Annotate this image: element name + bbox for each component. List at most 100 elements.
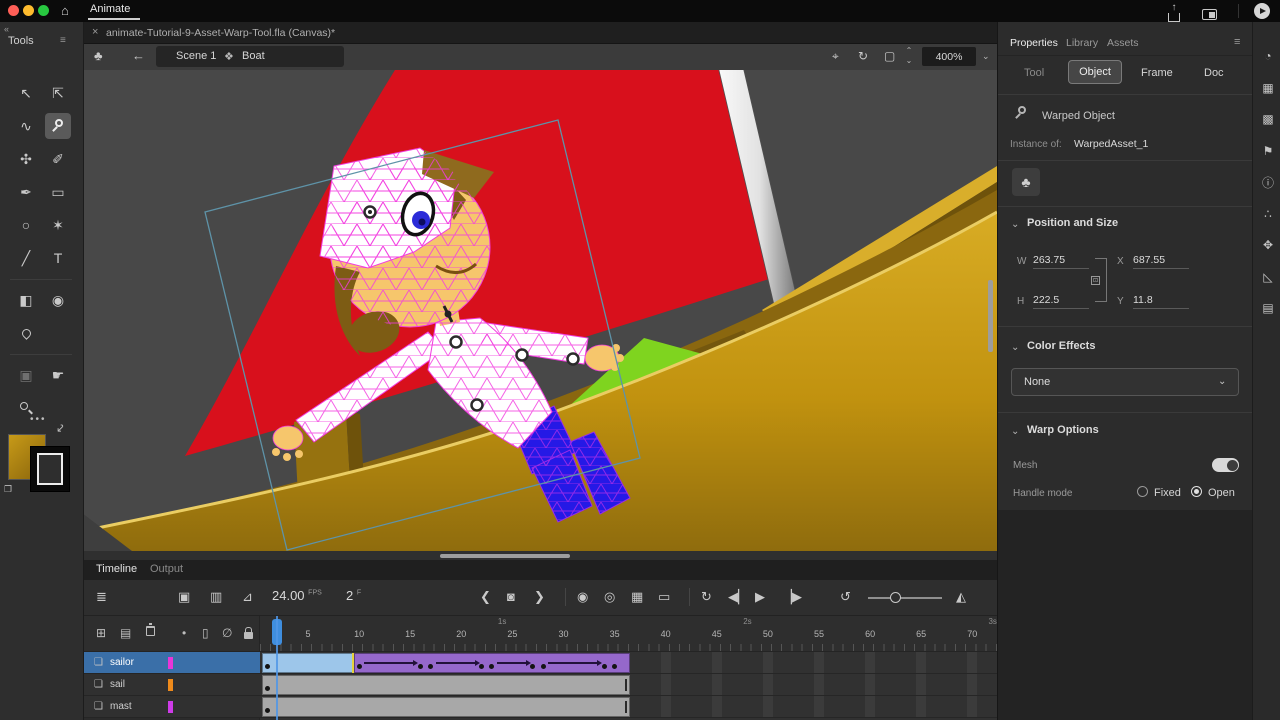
share-icon[interactable] [1168, 4, 1180, 22]
fluid-brush-tool[interactable]: ✣ [13, 146, 39, 172]
selection-tool[interactable]: ↖ [13, 80, 39, 106]
section-warp-options[interactable]: Warp Options [1027, 424, 1099, 436]
seg-tool[interactable]: Tool [1024, 67, 1044, 79]
stroke-color-swatch[interactable] [30, 446, 70, 492]
center-stage-icon[interactable]: ⌖ [832, 49, 839, 64]
highlight-layer-icon[interactable]: • [182, 626, 186, 640]
subselection-tool[interactable]: ⇱ [45, 80, 71, 106]
h-field[interactable]: 222.5 [1033, 294, 1089, 309]
layer-outline-swatch[interactable] [168, 701, 173, 713]
radio-open-label[interactable]: Open [1208, 487, 1235, 499]
panel-grid-icon[interactable]: ▩ [1260, 111, 1276, 127]
warp-asset-button[interactable]: ♣ [1012, 168, 1040, 196]
layer-outline-swatch[interactable] [168, 657, 173, 669]
frame-span[interactable] [262, 675, 630, 695]
seg-frame[interactable]: Frame [1141, 67, 1173, 79]
seg-object[interactable]: Object [1068, 60, 1122, 84]
panel-info-icon[interactable]: ⓘ [1260, 174, 1276, 190]
lasso-tool[interactable]: ∿ [13, 113, 39, 139]
oval-tool[interactable]: ○ [13, 212, 39, 238]
breadcrumb-symbol[interactable]: Boat [242, 50, 265, 62]
mesh-toggle[interactable] [1212, 458, 1239, 472]
more-tools-icon[interactable]: ••• [30, 414, 47, 425]
step-back-icon[interactable]: ◀▏ [728, 589, 748, 605]
close-document-icon[interactable]: × [92, 26, 98, 38]
panel-graph-icon[interactable]: ◺ [1260, 269, 1276, 285]
loop-icon[interactable]: ↻ [701, 589, 712, 605]
pen-tool[interactable]: ✒ [13, 179, 39, 205]
window-minimize-button[interactable] [23, 5, 34, 16]
tab-timeline[interactable]: Timeline [96, 563, 137, 575]
layer-row-sailor[interactable]: ❏sailor [84, 652, 260, 674]
stage-canvas[interactable] [84, 70, 997, 551]
frame-span[interactable] [262, 697, 630, 717]
section-color-effects[interactable]: Color Effects [1027, 340, 1095, 352]
timeline-zoom-slider-knob[interactable] [890, 592, 901, 603]
eyedropper-tool[interactable] [13, 320, 39, 346]
y-field[interactable]: 11.8 [1133, 294, 1189, 309]
frame-grid[interactable] [260, 652, 997, 720]
zoom-level-field[interactable]: 400% [922, 47, 976, 66]
chevron-down-icon[interactable]: ⌄ [982, 51, 990, 62]
onion-outline-icon[interactable]: ◎ [604, 589, 615, 605]
reset-zoom-icon[interactable]: ↺ [840, 589, 851, 605]
play-button[interactable] [1254, 3, 1270, 19]
timeline-ruler[interactable]: 1s2s3s510152025303540455055606570 [260, 616, 997, 652]
radio-open[interactable] [1191, 486, 1202, 497]
panel-swirl-icon[interactable]: ◔ [1260, 48, 1276, 64]
test-movie-icon[interactable] [1202, 4, 1217, 20]
zoom-stepper[interactable]: ⌃⌄ [904, 46, 914, 68]
x-field[interactable]: 687.55 [1133, 254, 1189, 269]
timeline-zoom-slider[interactable] [868, 597, 942, 599]
vertical-scrollbar-thumb[interactable] [988, 280, 993, 352]
app-tab-animate[interactable]: Animate [90, 3, 130, 15]
color-effect-dropdown[interactable]: None ⌄ [1011, 368, 1239, 396]
layers-icon[interactable]: ≣ [96, 589, 107, 605]
step-forward-icon[interactable]: ▕▶ [782, 589, 802, 605]
tab-properties[interactable]: Properties [1010, 37, 1058, 49]
horizontal-scrollbar[interactable] [84, 551, 997, 560]
rotation-icon[interactable]: ↻ [858, 49, 868, 63]
clip-content-icon[interactable]: ▢ [884, 49, 895, 63]
add-folder-icon[interactable]: ▤ [120, 626, 131, 640]
insert-frames-icon[interactable]: ▥ [210, 589, 222, 605]
hide-all-icon[interactable]: ∅ [222, 626, 232, 640]
default-colors-icon[interactable]: ❐ [4, 484, 12, 495]
radio-fixed[interactable] [1137, 486, 1148, 497]
camera-icon[interactable]: ▣ [178, 589, 190, 605]
warp-pin-dark[interactable] [445, 311, 452, 318]
onion-skin-icon[interactable]: ◉ [577, 589, 588, 605]
delete-layer-icon[interactable] [146, 626, 155, 636]
back-arrow-icon[interactable]: ← [132, 48, 145, 63]
keyframe-dot[interactable] [265, 686, 270, 691]
prev-keyframe-icon[interactable]: ❮ [480, 589, 491, 605]
eraser-tool[interactable]: ◧ [13, 287, 39, 313]
camera-tool[interactable]: ▣ [13, 362, 39, 388]
graph-editor-icon[interactable]: ⊿ [242, 589, 253, 605]
next-keyframe-icon[interactable]: ❯ [534, 589, 545, 605]
resize-frames-icon[interactable]: ◭ [956, 589, 966, 605]
text-tool[interactable]: T [45, 245, 71, 271]
panel-components-icon[interactable]: ▤ [1260, 300, 1276, 316]
tab-output[interactable]: Output [150, 563, 183, 575]
w-field[interactable]: 263.75 [1033, 254, 1089, 269]
tab-library[interactable]: Library [1066, 37, 1098, 49]
breadcrumb-scene[interactable]: Scene 1 [176, 50, 216, 62]
play-icon[interactable]: ▶ [755, 589, 765, 605]
horizontal-scrollbar-thumb[interactable] [440, 554, 570, 558]
keyframe-dot[interactable] [418, 664, 423, 669]
home-icon[interactable]: ⌂ [61, 3, 69, 18]
document-tab-title[interactable]: animate-Tutorial-9-Asset-Warp-Tool.fla (… [106, 27, 335, 39]
radio-fixed-label[interactable]: Fixed [1154, 487, 1181, 499]
lock-aspect-icon[interactable]: ⊡ [1091, 276, 1100, 285]
keyframe-dot[interactable] [265, 664, 270, 669]
chevron-down-icon[interactable]: ⌄ [1011, 426, 1019, 437]
rectangle-tool[interactable]: ▭ [45, 179, 71, 205]
layer-row-mast[interactable]: ❏mast [84, 696, 260, 718]
section-position-size[interactable]: Position and Size [1027, 217, 1118, 229]
add-layer-icon[interactable]: ⊞ [96, 626, 106, 640]
instance-name[interactable]: WarpedAsset_1 [1074, 138, 1148, 150]
chevron-down-icon[interactable]: ⌄ [1011, 219, 1019, 230]
seg-doc[interactable]: Doc [1204, 67, 1224, 79]
keyframe-dot[interactable] [541, 664, 546, 669]
